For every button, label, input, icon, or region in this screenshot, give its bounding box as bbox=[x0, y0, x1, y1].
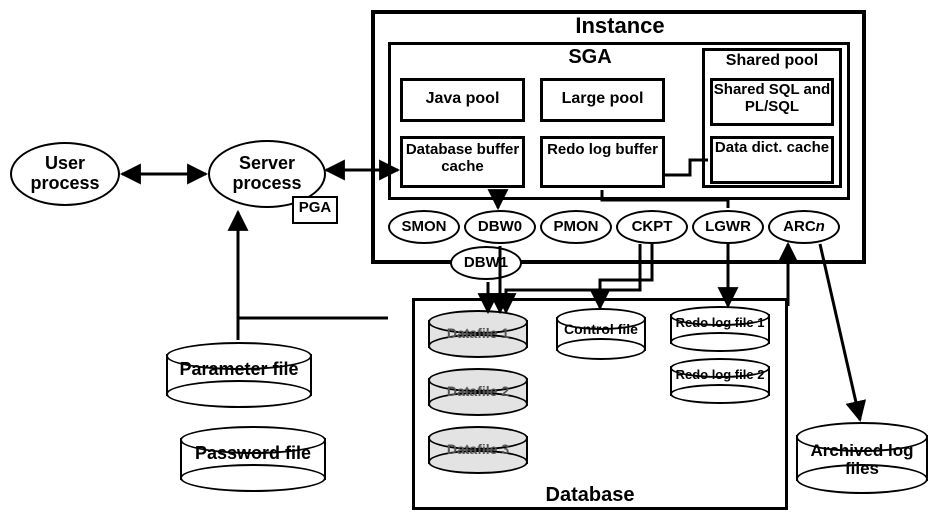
db-buffer-cache-label: Database buffer cache bbox=[400, 142, 525, 175]
datafile-1: Datafile 1 bbox=[428, 310, 528, 358]
shared-pool-title: Shared pool bbox=[702, 52, 842, 70]
pmon-process: PMON bbox=[540, 210, 612, 244]
parameter-file: Parameter file bbox=[166, 342, 312, 408]
pmon-label: PMON bbox=[554, 219, 599, 236]
arcn-label: ARCn bbox=[783, 219, 825, 236]
user-process: User process bbox=[10, 142, 120, 206]
password-file: Password file bbox=[180, 426, 326, 492]
redo-log-file-2-label: Redo log file 2 bbox=[670, 368, 770, 382]
redo-log-file-1: Redo log file 1 bbox=[670, 306, 770, 352]
ckpt-label: CKPT bbox=[632, 219, 673, 236]
ckpt-process: CKPT bbox=[616, 210, 688, 244]
control-file-label: Control file bbox=[556, 322, 646, 337]
smon-label: SMON bbox=[402, 219, 447, 236]
server-process-label: Server process bbox=[210, 154, 324, 194]
lgwr-process: LGWR bbox=[692, 210, 764, 244]
password-file-label: Password file bbox=[180, 444, 326, 463]
dbw1-label: DBW1 bbox=[464, 255, 508, 272]
data-dict-cache-label: Data dict. cache bbox=[710, 140, 834, 157]
redo-log-file-1-label: Redo log file 1 bbox=[670, 316, 770, 330]
shared-sql-label: Shared SQL and PL/SQL bbox=[710, 82, 834, 115]
diagram-canvas: Instance SGA Shared pool Java pool Large… bbox=[0, 0, 936, 524]
redo-log-buffer-label: Redo log buffer bbox=[540, 142, 665, 159]
archived-log-files: Archived log files bbox=[796, 422, 928, 494]
datafile-3: Datafile 3 bbox=[428, 426, 528, 474]
redo-log-file-2: Redo log file 2 bbox=[670, 358, 770, 404]
dbw0-label: DBW0 bbox=[478, 219, 522, 236]
datafile-1-label: Datafile 1 bbox=[428, 326, 528, 341]
archived-log-files-label: Archived log files bbox=[796, 442, 928, 478]
dbw0-process: DBW0 bbox=[464, 210, 536, 244]
database-title: Database bbox=[520, 484, 660, 506]
java-pool-label: Java pool bbox=[400, 90, 525, 108]
instance-title: Instance bbox=[540, 14, 700, 38]
control-file: Control file bbox=[556, 308, 646, 360]
large-pool-label: Large pool bbox=[540, 90, 665, 108]
datafile-2: Datafile 2 bbox=[428, 368, 528, 416]
pga-label: PGA bbox=[292, 200, 338, 217]
smon-process: SMON bbox=[388, 210, 460, 244]
parameter-file-label: Parameter file bbox=[166, 360, 312, 379]
user-process-label: User process bbox=[12, 154, 118, 194]
sga-title: SGA bbox=[540, 46, 640, 68]
dbw1-process: DBW1 bbox=[450, 246, 522, 280]
lgwr-label: LGWR bbox=[705, 219, 751, 236]
datafile-3-label: Datafile 3 bbox=[428, 442, 528, 457]
arcn-process: ARCn bbox=[768, 210, 840, 244]
datafile-2-label: Datafile 2 bbox=[428, 384, 528, 399]
